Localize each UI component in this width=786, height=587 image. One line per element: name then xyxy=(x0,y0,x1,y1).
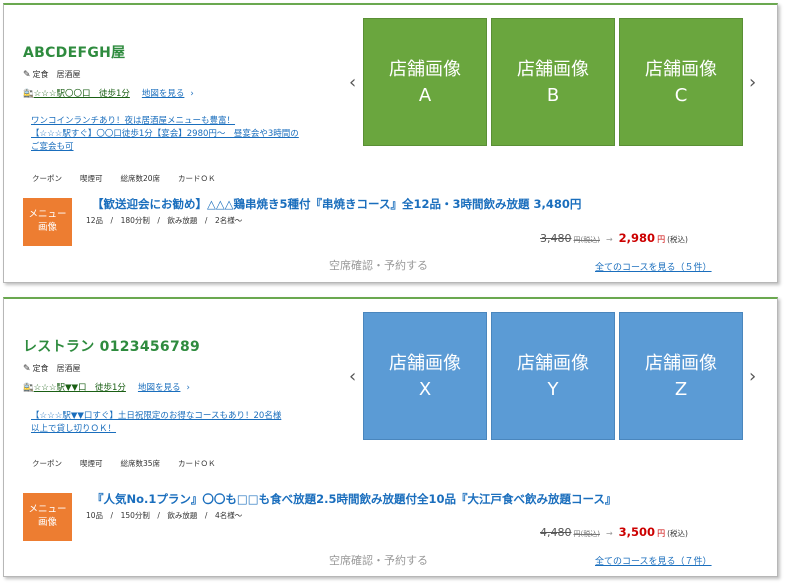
shop-image[interactable]: 店舗画像 B xyxy=(491,18,615,146)
catch-copy-link[interactable]: ワンコインランチあり！夜は居酒屋メニューも豊富！ 【☆☆☆駅すぐ】〇〇口徒歩1分… xyxy=(31,115,346,154)
catch-line: ご宴会も可 xyxy=(31,142,74,152)
old-price-unit: 円(税込) xyxy=(573,236,600,244)
pin-icon: ✎ xyxy=(23,70,31,80)
map-link[interactable]: 地図を見る xyxy=(142,89,185,99)
tag-card: カードＯＫ xyxy=(178,459,216,468)
catch-line: 【☆☆☆駅すぐ】〇〇口徒歩1分【宴会】2980円～ 昼宴会や3時間の xyxy=(31,129,299,139)
shop-access: 🚉☆☆☆駅▼▼口 徒歩1分 地図を見る › xyxy=(23,381,190,393)
tag-coupon: クーポン xyxy=(32,459,62,468)
reserve-button[interactable]: 空席確認・予約する xyxy=(329,257,428,273)
shop-image[interactable]: 店舗画像 A xyxy=(363,18,487,146)
access-station: ☆☆☆駅〇〇口 徒歩1分 xyxy=(33,89,130,99)
arrow-right-icon: → xyxy=(605,235,613,244)
menu-image[interactable]: メニュー 画像 xyxy=(23,493,72,541)
tag-seats: 総席数35席 xyxy=(120,459,161,468)
catch-line: ワンコインランチあり！夜は居酒屋メニューも豊富！ xyxy=(31,116,236,126)
tag-smoking: 喫煙可 xyxy=(80,459,103,468)
genre-text: 定食 居酒屋 xyxy=(32,70,81,79)
shop-image[interactable]: 店舗画像 Z xyxy=(619,312,743,440)
chevron-left-icon[interactable]: ‹ xyxy=(349,72,356,93)
tag-smoking: 喫煙可 xyxy=(80,174,103,183)
all-courses-link[interactable]: 全てのコースを見る（５件） xyxy=(595,260,712,273)
new-price: 3,500 xyxy=(618,525,656,539)
access-station: ☆☆☆駅▼▼口 徒歩1分 xyxy=(33,383,126,393)
train-icon: 🚉 xyxy=(23,383,34,393)
pin-icon: ✎ xyxy=(23,364,31,374)
shop-image[interactable]: 店舗画像 C xyxy=(619,18,743,146)
shop-name[interactable]: ABCDEFGH屋 xyxy=(23,42,125,62)
price-row: 4,480 円(税込) → 3,500 円 (税込) xyxy=(540,525,688,539)
new-price-unit: 円 xyxy=(657,529,666,538)
arrow-right-icon: → xyxy=(605,529,613,538)
old-price: 4,480 xyxy=(540,526,572,539)
reserve-button[interactable]: 空席確認・予約する xyxy=(329,552,428,568)
old-price-unit: 円(税込) xyxy=(573,530,600,538)
shop-image[interactable]: 店舗画像 X xyxy=(363,312,487,440)
tag-coupon: クーポン xyxy=(32,174,62,183)
chevron-right-icon[interactable]: › xyxy=(749,366,756,387)
genre-text: 定食 居酒屋 xyxy=(32,364,81,373)
tag-card: カードＯＫ xyxy=(178,174,216,183)
shop-card: ABCDEFGH屋 ✎ 定食 居酒屋 🚉☆☆☆駅〇〇口 徒歩1分 地図を見る › ワン… xyxy=(3,3,778,283)
shop-name[interactable]: レストラン 0123456789 xyxy=(23,336,200,356)
course-title-link[interactable]: 【歓送迎会にお勧め】△△△鶏串焼き5種付『串焼きコース』全12品・3時間飲み放題… xyxy=(92,196,581,212)
shop-genre: ✎ 定食 居酒屋 xyxy=(23,363,81,374)
menu-image[interactable]: メニュー 画像 xyxy=(23,198,72,246)
price-row: 3,480 円(税込) → 2,980 円 (税込) xyxy=(540,231,688,245)
map-link[interactable]: 地図を見る xyxy=(138,383,181,393)
chevron-left-icon[interactable]: ‹ xyxy=(349,366,356,387)
shop-image[interactable]: 店舗画像 Y xyxy=(491,312,615,440)
chevron-right-icon[interactable]: › xyxy=(186,383,189,393)
tax-label: (税込) xyxy=(667,235,688,244)
new-price: 2,980 xyxy=(618,231,656,245)
course-detail: 10品 / 150分制 / 飲み放題 / 4名様～ xyxy=(86,511,243,520)
old-price: 3,480 xyxy=(540,232,572,245)
tax-label: (税込) xyxy=(667,529,688,538)
chevron-right-icon[interactable]: › xyxy=(749,72,756,93)
course-title-link[interactable]: 『人気No.1プラン』〇〇も□□も食べ放題2.5時間飲み放題付全10品『大江戸食… xyxy=(92,491,616,507)
new-price-unit: 円 xyxy=(657,235,666,244)
shop-card: レストラン 0123456789 ✎ 定食 居酒屋 🚉☆☆☆駅▼▼口 徒歩1分 地図… xyxy=(3,297,778,577)
tag-seats: 総席数20席 xyxy=(120,174,161,183)
shop-genre: ✎ 定食 居酒屋 xyxy=(23,69,81,80)
shop-tags: クーポン 喫煙可 総席数35席 カードＯＫ xyxy=(32,458,234,469)
all-courses-link[interactable]: 全てのコースを見る（７件） xyxy=(595,554,712,567)
chevron-right-icon[interactable]: › xyxy=(190,89,193,99)
catch-line: 【☆☆☆駅▼▼口すぐ】土日祝限定のお得なコースもあり！20名様 xyxy=(31,411,282,421)
course-detail: 12品 / 180分制 / 飲み放題 / 2名様～ xyxy=(86,216,243,225)
catch-line: 以上で貸し切りＯＫ！ xyxy=(31,424,117,434)
shop-tags: クーポン 喫煙可 総席数20席 カードＯＫ xyxy=(32,173,234,184)
train-icon: 🚉 xyxy=(23,89,34,99)
shop-access: 🚉☆☆☆駅〇〇口 徒歩1分 地図を見る › xyxy=(23,87,194,99)
catch-copy-link[interactable]: 【☆☆☆駅▼▼口すぐ】土日祝限定のお得なコースもあり！20名様 以上で貸し切りＯ… xyxy=(31,410,346,436)
